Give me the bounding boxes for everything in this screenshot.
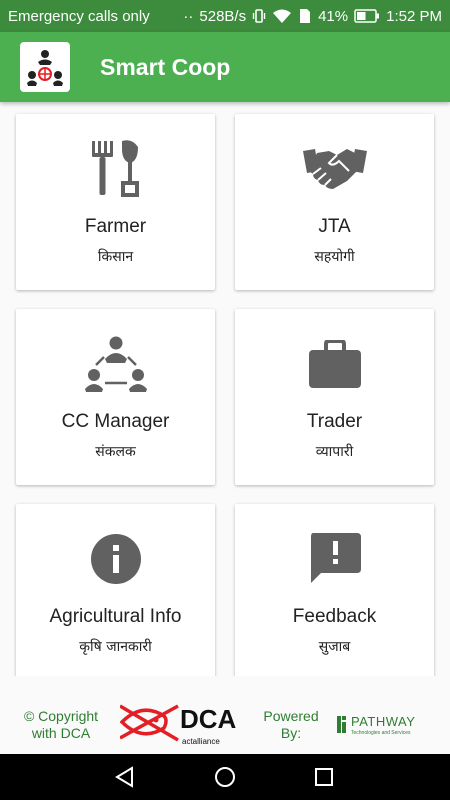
battery-percent: 41%	[318, 7, 349, 25]
card-title: CC Manager	[61, 411, 170, 432]
status-bar: Emergency calls only ·· 528B/s 41% 1:52 …	[0, 0, 450, 32]
card-title: Feedback	[292, 606, 377, 627]
pathway-sub-text: Technologies and Services	[351, 730, 411, 736]
copyright-text: © Copyright with DCA	[23, 708, 99, 741]
dca-sub-text: actalliance	[182, 737, 220, 746]
clock: 1:52 PM	[386, 7, 442, 25]
home-button[interactable]	[195, 754, 255, 800]
dca-text: DCA	[180, 704, 237, 734]
app-logo	[20, 42, 70, 92]
card-subtitle: सहयोगी	[314, 249, 355, 265]
coop-people-logo-icon	[27, 50, 63, 86]
pathway-text: PATHWAY	[351, 714, 415, 729]
footer: © Copyright with DCA DCA actalliance Pow…	[0, 676, 450, 754]
feedback-card[interactable]: Feedback सुजाब	[235, 504, 434, 676]
back-triangle-icon	[115, 766, 133, 788]
fish-icon	[119, 704, 179, 742]
vibrate-icon	[252, 8, 266, 24]
briefcase-icon	[308, 333, 361, 395]
navigation-bar	[0, 754, 450, 800]
dca-logo: DCA actalliance	[119, 698, 240, 753]
dots-icon: ··	[183, 7, 194, 25]
handshake-icon	[302, 138, 367, 200]
pathway-mark-icon	[337, 716, 346, 733]
role-grid: Farmer किसान JTA सहयोगी CC Manager संकलक…	[0, 102, 450, 676]
recents-square-icon	[315, 768, 333, 786]
agricultural-info-card[interactable]: Agricultural Info कृषि जानकारी	[16, 504, 215, 676]
card-subtitle: संकलक	[95, 444, 136, 460]
battery-icon	[354, 9, 380, 23]
card-subtitle: व्यापारी	[315, 444, 354, 460]
feedback-icon	[309, 528, 361, 590]
powered-by-text: Powered By:	[263, 708, 319, 741]
card-title: Farmer	[84, 216, 147, 237]
trader-card[interactable]: Trader व्यापारी	[235, 309, 434, 485]
card-title: Trader	[306, 411, 363, 432]
card-title: JTA	[318, 216, 351, 237]
home-circle-icon	[215, 767, 235, 787]
farmer-card[interactable]: Farmer किसान	[16, 114, 215, 290]
group-icon	[84, 333, 147, 395]
card-subtitle: कृषि जानकारी	[79, 639, 152, 655]
network-speed: 528B/s	[199, 7, 247, 25]
status-icons: ·· 528B/s 41% 1:52 PM	[183, 8, 442, 25]
jta-card[interactable]: JTA सहयोगी	[235, 114, 434, 290]
sim-icon	[298, 8, 312, 24]
card-title: Agricultural Info	[49, 606, 182, 627]
farm-tools-icon	[88, 138, 144, 200]
card-subtitle: सुजाब	[318, 639, 351, 655]
wifi-icon	[272, 8, 292, 24]
card-subtitle: किसान	[97, 249, 134, 265]
recents-button[interactable]	[294, 754, 354, 800]
app-bar: Smart Coop	[0, 32, 450, 102]
app-title: Smart Coop	[100, 53, 231, 80]
info-icon	[90, 528, 142, 590]
back-button[interactable]	[95, 754, 155, 800]
carrier-text: Emergency calls only	[8, 7, 150, 25]
pathway-logo: PATHWAY Technologies and Services	[337, 712, 437, 743]
cc-manager-card[interactable]: CC Manager संकलक	[16, 309, 215, 485]
